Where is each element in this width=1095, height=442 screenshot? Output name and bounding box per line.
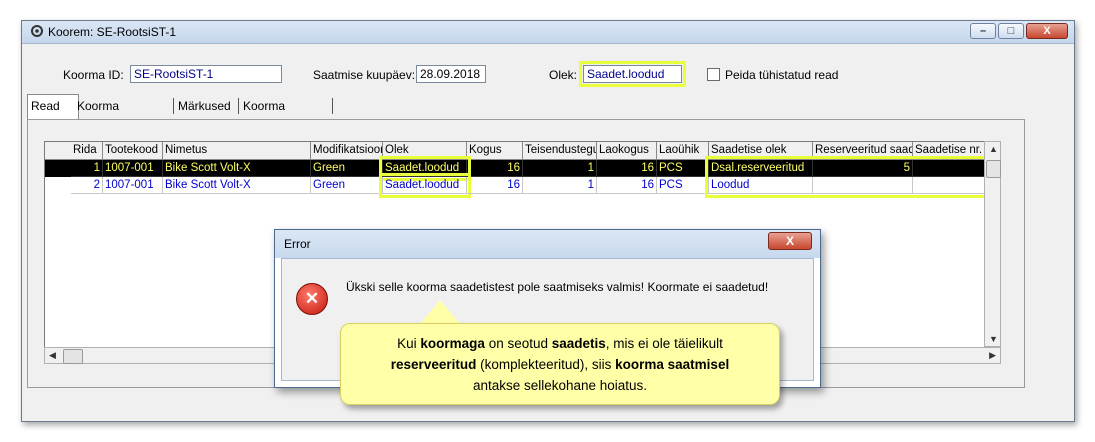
- tab-separator: [332, 98, 333, 114]
- col-tootekood[interactable]: Tootekood: [103, 142, 163, 159]
- col-nimetus[interactable]: Nimetus: [163, 142, 311, 159]
- table-cell: 1: [71, 160, 103, 177]
- table-cell: [813, 177, 913, 194]
- dialog-close-button[interactable]: X: [768, 232, 812, 250]
- table-header: Rida Tootekood Nimetus Modifikatsioon Ol…: [45, 142, 985, 160]
- tab-koorma-info[interactable]: Koorma info: [74, 96, 122, 133]
- table-cell: Bike Scott Volt-X: [163, 177, 311, 194]
- callout-bold: reserveeritud: [390, 357, 477, 372]
- table-cell: 183: [913, 160, 985, 177]
- table-cell: Bike Scott Volt-X: [163, 160, 311, 177]
- callout-text: on seotud: [484, 336, 552, 351]
- table-cell-olek: Saadet.loodud: [379, 173, 471, 198]
- koorma-id-field[interactable]: SE-RootsiST-1: [130, 65, 282, 83]
- scroll-right-icon[interactable]: ▶: [989, 350, 996, 361]
- table-row[interactable]: 2 1007-001 Bike Scott Volt-X Green Saade…: [45, 173, 985, 198]
- dialog-title: Error: [284, 237, 311, 251]
- table-row[interactable]: 1 1007-001 Bike Scott Volt-X Green Saade…: [45, 156, 985, 181]
- col-saadetise-nr[interactable]: Saadetise nr.: [913, 142, 985, 159]
- col-rida[interactable]: Rida: [71, 142, 103, 159]
- koorma-id-label: Koorma ID:: [63, 68, 124, 82]
- table-cell: 2: [71, 177, 103, 194]
- callout-bold: koormaga: [420, 336, 485, 351]
- scroll-up-icon[interactable]: ▲: [989, 144, 998, 154]
- scroll-thumb[interactable]: [63, 349, 83, 364]
- callout-pointer: [420, 300, 460, 324]
- table-cell: 16: [467, 160, 523, 177]
- table-cell: 1007-001: [103, 177, 163, 194]
- table-cell-saadetise-olek: Loodud: [709, 177, 813, 194]
- col-teisendustegur[interactable]: Teisendustegur: [523, 142, 597, 159]
- table-cell: 16: [597, 160, 657, 177]
- tab-markused[interactable]: Märkused: [175, 96, 234, 116]
- table-cell: 16: [597, 177, 657, 194]
- table-cell: PCS: [657, 160, 709, 177]
- table-cell: 1: [523, 160, 597, 177]
- col-modifikatsioon[interactable]: Modifikatsioon: [311, 142, 383, 159]
- dialog-title-bar: Error X: [275, 230, 820, 258]
- saatmise-kuupaev-field[interactable]: 28.09.2018: [416, 65, 486, 83]
- table-cell-olek: Saadet.loodud: [379, 156, 471, 181]
- dialog-message: Ükski selle koorma saadetistest pole saa…: [346, 280, 769, 294]
- callout-text: Kui: [397, 336, 421, 351]
- table-cell: Green: [311, 160, 383, 177]
- app-icon: [31, 25, 43, 37]
- table-cell: Green: [311, 177, 383, 194]
- callout-bold: saadetis: [551, 336, 606, 351]
- col-kogus[interactable]: Kogus: [467, 142, 523, 159]
- close-button[interactable]: X: [1026, 23, 1068, 39]
- olek-field[interactable]: Saadet.loodud: [579, 61, 686, 87]
- tab-koorma-ajalugu[interactable]: Koorma ajalugu: [240, 96, 288, 133]
- tab-read[interactable]: Read: [27, 94, 79, 119]
- minimize-button[interactable]: –: [970, 23, 996, 39]
- table-cell: 1: [523, 177, 597, 194]
- olek-label: Olek:: [549, 68, 578, 82]
- peida-checkbox[interactable]: [707, 68, 720, 81]
- tab-separator: [173, 98, 174, 114]
- col-laokogus[interactable]: Laokogus: [597, 142, 657, 159]
- callout-text: (komplekteeritud), siis: [476, 357, 616, 372]
- col-reserveeritud[interactable]: Reserveeritud saadetisse: [813, 142, 913, 159]
- table-cell-saadetise-olek: Dsal.reserveeritud: [709, 160, 813, 177]
- annotation-callout: Kui koormaga on seotud saadetis, mis ei …: [340, 323, 780, 405]
- col-saadetise-olek[interactable]: Saadetise olek: [709, 142, 813, 159]
- table-cell: 5: [813, 160, 913, 177]
- scroll-left-icon[interactable]: ◀: [49, 350, 56, 361]
- title-bar: Koorem: SE-RootsiST-1 – □ X: [22, 21, 1074, 44]
- table-cell: 1007-001: [103, 160, 163, 177]
- window-title: Koorem: SE-RootsiST-1: [48, 25, 177, 39]
- callout-text: , mis ei ole täielikult: [605, 336, 723, 351]
- col-laouhik[interactable]: Laoühik: [657, 142, 709, 159]
- callout-text: antakse sellekohane hoiatus.: [472, 378, 648, 393]
- col-olek[interactable]: Olek: [383, 142, 467, 159]
- vertical-scrollbar[interactable]: ▲ ▼: [984, 141, 1001, 347]
- error-icon: ✕: [296, 283, 328, 315]
- scroll-down-icon[interactable]: ▼: [989, 334, 998, 344]
- tab-separator: [238, 98, 239, 114]
- table-cell: 16: [467, 177, 523, 194]
- scroll-thumb[interactable]: [986, 160, 1001, 178]
- table-cell: 183: [913, 177, 985, 194]
- callout-bold: koorma saatmisel: [615, 357, 730, 372]
- maximize-button[interactable]: □: [998, 23, 1024, 39]
- peida-label: Peida tühistatud read: [725, 68, 839, 82]
- saatmise-kuupaev-label: Saatmise kuupäev:: [313, 68, 416, 82]
- table-cell: PCS: [657, 177, 709, 194]
